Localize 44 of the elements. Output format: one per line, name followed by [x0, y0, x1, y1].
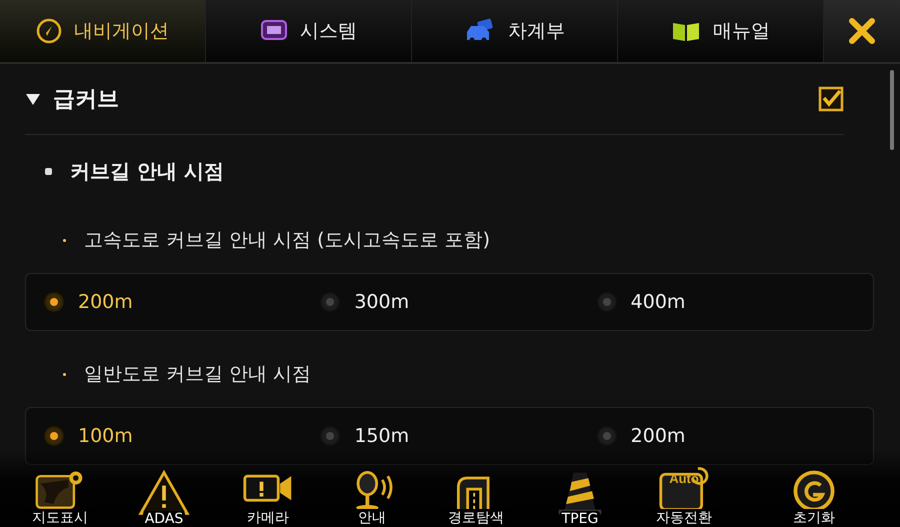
radio-option[interactable]: 200m — [44, 291, 320, 313]
option-label: 200m — [78, 291, 133, 313]
close-icon[interactable] — [848, 17, 876, 45]
dock-button[interactable]: 카메라 — [216, 449, 320, 527]
compass-icon — [36, 18, 62, 44]
option-label: 400m — [630, 291, 686, 313]
dock-button[interactable]: 초기화 — [736, 449, 892, 527]
checkbox[interactable] — [818, 86, 844, 112]
dock-button[interactable]: ADAS — [112, 449, 216, 527]
scrollbar[interactable] — [890, 70, 894, 150]
bullet-icon — [63, 372, 66, 376]
radio-button[interactable] — [320, 292, 340, 312]
radio-button[interactable] — [44, 426, 64, 446]
radio-option[interactable]: 200m — [596, 425, 873, 447]
option-label: 150m — [354, 425, 410, 447]
radio-button[interactable] — [596, 426, 617, 446]
dock-label: 카메라 — [245, 509, 291, 527]
radio-button[interactable] — [320, 426, 340, 446]
dock-button[interactable]: 안내 — [320, 449, 424, 527]
dock-button[interactable]: 지도표시 — [8, 449, 112, 527]
section-title: 급커브 — [53, 86, 120, 114]
dock-button[interactable]: 경로탐색 — [424, 449, 528, 527]
radio-option[interactable]: 400m — [596, 291, 873, 313]
tab[interactable]: 내비게이션 — [0, 0, 206, 62]
screen-icon — [260, 19, 288, 43]
option-label: 300m — [354, 291, 410, 313]
bullet-icon — [63, 238, 66, 242]
radio-button[interactable] — [44, 292, 64, 312]
subsection-title: 커브길 안내 시점 — [70, 158, 224, 184]
bullet-icon — [45, 168, 52, 174]
radio-option[interactable]: 300m — [320, 291, 597, 313]
option-label: 100m — [78, 425, 133, 447]
tab[interactable]: 시스템 — [206, 0, 412, 62]
group-title: 고속도로 커브길 안내 시점 (도시고속도로 포함) — [84, 228, 490, 253]
radio-button[interactable] — [596, 292, 617, 312]
dock-button[interactable]: TPEG — [528, 449, 632, 527]
triangle-down-icon[interactable] — [25, 92, 41, 106]
tab[interactable]: 차계부 — [412, 0, 618, 62]
dock-label: 초기화 — [791, 509, 837, 527]
dock-label: 자동전환 — [654, 509, 714, 527]
radio-option[interactable]: 100m — [44, 425, 320, 447]
radio-option[interactable]: 150m — [320, 425, 597, 447]
option-label: 200m — [630, 425, 686, 447]
group-title: 일반도로 커브길 안내 시점 — [84, 362, 312, 387]
